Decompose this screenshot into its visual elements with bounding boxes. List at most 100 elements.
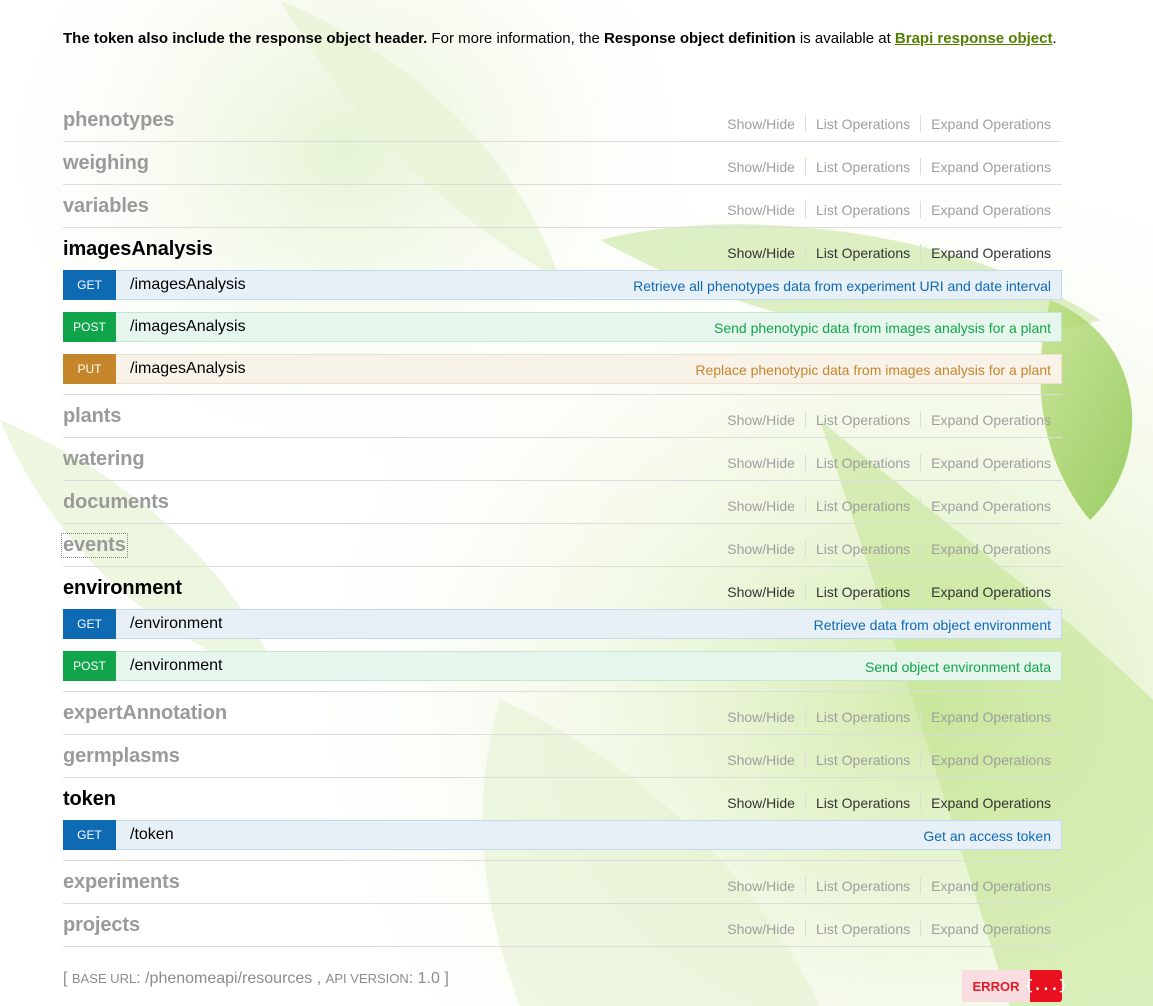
list-operations-link[interactable]: List Operations — [816, 752, 910, 768]
expand-operations-link[interactable]: Expand Operations — [931, 795, 1051, 811]
brapi-response-object-link[interactable]: Brapi response object — [895, 30, 1053, 47]
resource-name-documents[interactable]: documents — [63, 491, 169, 514]
operation-summary[interactable]: Retrieve all phenotypes data from experi… — [633, 278, 1051, 294]
resource-name-germplasms[interactable]: germplasms — [63, 745, 180, 768]
expand-operations-link[interactable]: Expand Operations — [931, 921, 1051, 937]
show-hide-link[interactable]: Show/Hide — [727, 795, 795, 811]
operation-get-row[interactable]: GET/token Get an access token — [63, 819, 1062, 850]
resource-name-projects[interactable]: projects — [63, 914, 140, 937]
expand-operations-link[interactable]: Expand Operations — [931, 245, 1051, 261]
resource-name-environment[interactable]: environment — [63, 577, 182, 600]
list-operations-link[interactable]: List Operations — [816, 498, 910, 514]
action-divider — [920, 877, 922, 894]
operation-summary[interactable]: Send object environment data — [865, 659, 1051, 675]
show-hide-link[interactable]: Show/Hide — [727, 116, 795, 132]
resource-list: phenotypes Show/Hide List Operations Expand… — [61, 99, 1062, 947]
operation-put-row[interactable]: PUT/imagesAnalysis Replace phenotypic dat… — [63, 353, 1062, 384]
expand-operations-link[interactable]: Expand Operations — [931, 709, 1051, 725]
resource-header: plants Show/Hide List Operations Expand Ope… — [63, 395, 1062, 437]
list-operations-link[interactable]: List Operations — [816, 709, 910, 725]
expand-operations-link[interactable]: Expand Operations — [931, 541, 1051, 557]
resource-name-imagesAnalysis[interactable]: imagesAnalysis — [63, 238, 213, 261]
validator-badge[interactable]: ERROR {...} — [962, 970, 1067, 1002]
api-version-value: : 1.0 — [408, 970, 440, 987]
action-divider — [804, 454, 806, 471]
expand-operations-link[interactable]: Expand Operations — [931, 752, 1051, 768]
operation-post-row[interactable]: POST/environment Send object environment … — [63, 650, 1062, 681]
http-method-badge[interactable]: POST — [63, 650, 116, 681]
http-method-badge[interactable]: GET — [63, 819, 116, 850]
resource-name-experiments[interactable]: experiments — [63, 871, 180, 894]
resource-name-token[interactable]: token — [63, 788, 116, 811]
operation-path[interactable]: /token — [130, 826, 174, 844]
show-hide-link[interactable]: Show/Hide — [727, 159, 795, 175]
resource-phenotypes: phenotypes Show/Hide List Operations Expand… — [63, 99, 1062, 142]
operation-post-row[interactable]: POST/imagesAnalysis Send phenotypic data … — [63, 311, 1062, 342]
operation-summary[interactable]: Send phenotypic data from images analysi… — [714, 320, 1051, 336]
operation-summary[interactable]: Replace phenotypic data from images anal… — [695, 362, 1051, 378]
http-method-badge[interactable]: GET — [63, 269, 116, 300]
operation-path[interactable]: /imagesAnalysis — [130, 360, 246, 378]
resource-name-watering[interactable]: watering — [63, 448, 145, 471]
http-method-badge[interactable]: GET — [63, 608, 116, 639]
operation-summary[interactable]: Get an access token — [923, 828, 1051, 844]
expand-operations-link[interactable]: Expand Operations — [931, 116, 1051, 132]
expand-operations-link[interactable]: Expand Operations — [931, 202, 1051, 218]
show-hide-link[interactable]: Show/Hide — [727, 584, 795, 600]
list-operations-link[interactable]: List Operations — [816, 584, 910, 600]
show-hide-link[interactable]: Show/Hide — [727, 541, 795, 557]
list-operations-link[interactable]: List Operations — [816, 245, 910, 261]
expand-operations-link[interactable]: Expand Operations — [931, 412, 1051, 428]
api-version-label: Api Version — [325, 971, 409, 986]
list-operations-link[interactable]: List Operations — [816, 921, 910, 937]
expand-operations-link[interactable]: Expand Operations — [931, 878, 1051, 894]
show-hide-link[interactable]: Show/Hide — [727, 455, 795, 471]
resource-name-phenotypes[interactable]: phenotypes — [63, 109, 174, 132]
resource-name-weighing[interactable]: weighing — [63, 152, 149, 175]
list-operations-link[interactable]: List Operations — [816, 541, 910, 557]
expand-operations-link[interactable]: Expand Operations — [931, 584, 1051, 600]
action-divider — [804, 708, 806, 725]
resource-actions: Show/Hide List Operations Expand Operation… — [727, 920, 1051, 937]
operation-path[interactable]: /environment — [130, 615, 223, 633]
show-hide-link[interactable]: Show/Hide — [727, 752, 795, 768]
resource-token: token Show/Hide List Operations Expand Oper… — [63, 778, 1062, 861]
resource-header: token Show/Hide List Operations Expand Oper… — [63, 778, 1062, 820]
list-operations-link[interactable]: List Operations — [816, 795, 910, 811]
intro-text-2: is available at — [795, 30, 895, 47]
intro-period: . — [1052, 30, 1057, 47]
show-hide-link[interactable]: Show/Hide — [727, 921, 795, 937]
list-operations-link[interactable]: List Operations — [816, 878, 910, 894]
http-method-badge[interactable]: POST — [63, 311, 116, 342]
expand-operations-link[interactable]: Expand Operations — [931, 498, 1051, 514]
show-hide-link[interactable]: Show/Hide — [727, 245, 795, 261]
list-operations-link[interactable]: List Operations — [816, 159, 910, 175]
expand-operations-link[interactable]: Expand Operations — [931, 159, 1051, 175]
list-operations-link[interactable]: List Operations — [816, 412, 910, 428]
show-hide-link[interactable]: Show/Hide — [727, 498, 795, 514]
show-hide-link[interactable]: Show/Hide — [727, 412, 795, 428]
resource-header: documents Show/Hide List Operations Expand … — [63, 481, 1062, 523]
operation-path[interactable]: /environment — [130, 657, 223, 675]
operation-get-row[interactable]: GET/imagesAnalysis Retrieve all phenotype… — [63, 269, 1062, 300]
list-operations-link[interactable]: List Operations — [816, 455, 910, 471]
show-hide-link[interactable]: Show/Hide — [727, 878, 795, 894]
operation-summary[interactable]: Retrieve data from object environment — [814, 617, 1051, 633]
list-operations-link[interactable]: List Operations — [816, 116, 910, 132]
list-operations-link[interactable]: List Operations — [816, 202, 910, 218]
resource-name-plants[interactable]: plants — [63, 405, 121, 428]
resource-name-variables[interactable]: variables — [63, 195, 149, 218]
footer-separator: , — [312, 970, 326, 987]
operation-path[interactable]: /imagesAnalysis — [130, 276, 246, 294]
operation-get-row[interactable]: GET/environment Retrieve data from object… — [63, 608, 1062, 639]
resource-actions: Show/Hide List Operations Expand Operation… — [727, 794, 1051, 811]
resource-name-events[interactable]: events — [61, 533, 128, 558]
http-method-badge[interactable]: PUT — [63, 353, 116, 384]
resource-name-expertAnnotation[interactable]: expertAnnotation — [63, 702, 227, 725]
resource-weighing: weighing Show/Hide List Operations Expand O… — [63, 142, 1062, 185]
expand-operations-link[interactable]: Expand Operations — [931, 455, 1051, 471]
resource-actions: Show/Hide List Operations Expand Operation… — [727, 497, 1051, 514]
show-hide-link[interactable]: Show/Hide — [727, 202, 795, 218]
operation-path[interactable]: /imagesAnalysis — [130, 318, 246, 336]
show-hide-link[interactable]: Show/Hide — [727, 709, 795, 725]
